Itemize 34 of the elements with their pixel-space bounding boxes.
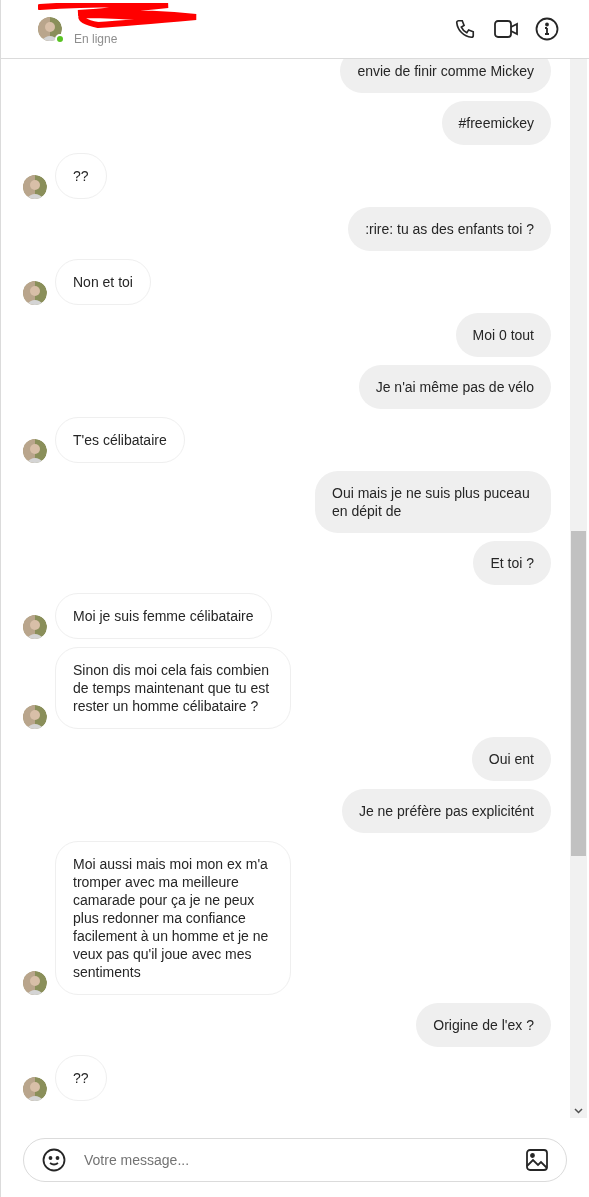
message-bubble: Je ne préfère pas explicitént xyxy=(341,789,551,833)
status-text: En ligne xyxy=(74,32,119,46)
emoji-icon[interactable] xyxy=(42,1148,66,1172)
scroll-down-icon[interactable] xyxy=(574,1108,583,1114)
message-bubble: ?? xyxy=(55,1055,107,1101)
message-bubble: Moi aussi mais moi mon ex m'a tromper avec ma meilleure camarade pour ça je ne peux plus redonner ma confiance facilement à un homme et je ne veux pas qu'il joue avec mes sentiments xyxy=(55,841,291,995)
message-bubble: Sinon dis moi cela fais combien de temps maintenant que tu est rester un homme célibataire ? xyxy=(55,647,291,729)
message-bubble: Origine de l'ex ? xyxy=(416,1003,551,1047)
message-bubble: ?? xyxy=(55,153,107,199)
info-button[interactable] xyxy=(535,17,559,41)
avatar xyxy=(23,971,47,995)
message-bubble: Oui mais je ne suis plus puceau en dépit de xyxy=(315,471,551,533)
message-bubble: Et toi ? xyxy=(473,541,551,585)
message-bubble: Moi 0 tout xyxy=(455,313,551,357)
message-bubble: Moi je suis femme célibataire xyxy=(55,593,272,639)
avatar xyxy=(23,615,47,639)
message-bubble: Je n'ai même pas de vélo xyxy=(358,365,551,409)
scrollbar-thumb[interactable] xyxy=(571,531,586,856)
phone-button[interactable] xyxy=(453,17,477,41)
contact-avatar xyxy=(38,17,62,41)
message-bubble: #freemickey xyxy=(441,101,551,145)
message-bubble: T'es célibataire xyxy=(55,417,185,463)
avatar xyxy=(23,439,47,463)
avatar xyxy=(23,705,47,729)
video-button[interactable] xyxy=(493,17,519,41)
message-bubble: :rire: tu as des enfants toi ? xyxy=(348,207,551,251)
avatar xyxy=(23,281,47,305)
image-icon[interactable] xyxy=(525,1148,549,1172)
avatar xyxy=(23,175,47,199)
avatar xyxy=(23,1077,47,1101)
message-bubble: envie de finir comme Mickey xyxy=(340,59,551,93)
message-bubble: Non et toi xyxy=(55,259,151,305)
message-bubble: Oui ent xyxy=(471,737,551,781)
message-field[interactable]: Votre message... xyxy=(23,1138,567,1182)
